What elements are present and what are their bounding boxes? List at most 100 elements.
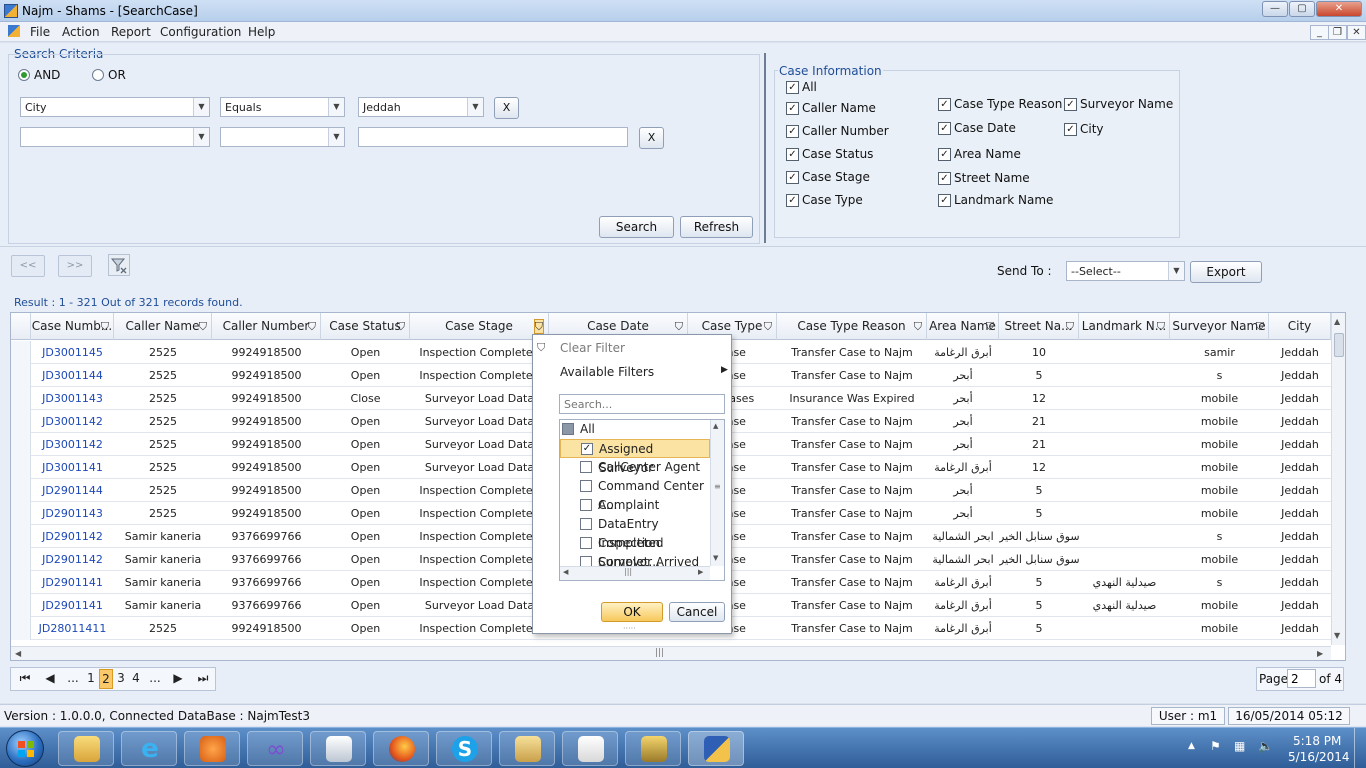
table-cell[interactable]: JD3001144 <box>31 364 114 387</box>
case-stage-checkbox[interactable]: ✓ <box>786 171 799 184</box>
filter-item-checkbox[interactable] <box>580 499 592 511</box>
search-button[interactable]: Search <box>599 216 674 238</box>
chevron-down-icon[interactable]: ▼ <box>328 98 344 116</box>
clear-filter-icon[interactable] <box>108 254 130 276</box>
header-city[interactable]: City <box>1269 313 1331 340</box>
table-cell[interactable]: JD3001142 <box>31 410 114 433</box>
database-tool-taskbar-icon[interactable] <box>625 731 681 766</box>
caller-number-checkbox[interactable]: ✓ <box>786 125 799 138</box>
editor-taskbar-icon[interactable] <box>562 731 618 766</box>
criteria-operator-combo-2[interactable]: ▼ <box>220 127 345 147</box>
chevron-down-icon[interactable]: ▼ <box>328 128 344 146</box>
table-cell[interactable]: JD2901143 <box>31 502 114 525</box>
close-button[interactable]: ✕ <box>1316 1 1362 17</box>
header-case-status[interactable]: Case Status ⛉ <box>321 313 410 340</box>
table-cell[interactable]: JD3001145 <box>31 341 114 364</box>
row-selector[interactable] <box>11 525 31 548</box>
table-cell[interactable]: JD3001142 <box>31 433 114 456</box>
filter-icon[interactable]: ⛉ <box>101 313 109 340</box>
chevron-down-icon[interactable]: ▼ <box>1168 262 1184 280</box>
menu-report[interactable]: Report <box>111 25 151 39</box>
clear-filter-item[interactable]: Clear Filter <box>560 341 625 355</box>
scroll-left-icon[interactable]: ◀ <box>563 568 568 576</box>
header-case-number[interactable]: Case Numb... ⛉ <box>31 313 114 340</box>
case-type-checkbox[interactable]: ✓ <box>786 194 799 207</box>
filter-icon[interactable]: ⛉ <box>1157 313 1165 340</box>
scroll-grip[interactable]: ||| <box>655 648 664 658</box>
scroll-up-icon[interactable]: ▲ <box>713 422 718 430</box>
filter-list-item[interactable]: Command Center A... <box>560 477 710 512</box>
caller-name-checkbox[interactable]: ✓ <box>786 102 799 115</box>
landmark-name-checkbox[interactable]: ✓ <box>938 194 951 207</box>
filter-item-checkbox[interactable] <box>580 461 592 473</box>
filter-search-input[interactable] <box>559 394 725 414</box>
header-area-name[interactable]: Area Name ⛉ <box>927 313 999 340</box>
filter-icon[interactable]: ⛉ <box>308 313 316 340</box>
filter-item-checkbox[interactable]: ✓ <box>581 443 593 455</box>
menu-configuration[interactable]: Configuration <box>160 25 241 39</box>
row-selector[interactable] <box>11 341 31 364</box>
header-case-type-reason[interactable]: Case Type Reason ⛉ <box>777 313 927 340</box>
available-filters-item[interactable]: Available Filters <box>560 365 654 379</box>
mdi-restore-button[interactable]: ❐ <box>1328 25 1347 40</box>
page-number-input[interactable] <box>1287 669 1316 688</box>
filter-list-item[interactable]: DataEntry Completed <box>560 515 710 550</box>
chevron-down-icon[interactable]: ▼ <box>467 98 483 116</box>
network-taskbar-icon[interactable] <box>499 731 555 766</box>
pager-ellipsis-right[interactable]: ... <box>146 669 164 689</box>
case-type-reason-checkbox[interactable]: ✓ <box>938 98 951 111</box>
scroll-grip[interactable]: ||| <box>624 567 632 576</box>
filter-cancel-button[interactable]: Cancel <box>669 602 725 622</box>
resize-grip-icon[interactable]: ····· <box>623 624 636 633</box>
explorer-taskbar-icon[interactable] <box>58 731 114 766</box>
table-cell[interactable]: JD2901142 <box>31 525 114 548</box>
last-page-icon[interactable]: ⏭ <box>192 669 214 689</box>
header-surveyor-name[interactable]: Surveyor Name ⛉ <box>1170 313 1269 340</box>
filter-icon[interactable]: ⛉ <box>914 313 922 340</box>
visual-studio-taskbar-icon[interactable]: ∞ <box>247 731 303 766</box>
row-selector[interactable] <box>11 387 31 410</box>
table-cell[interactable]: JD2901142 <box>31 548 114 571</box>
scroll-right-icon[interactable]: ▶ <box>1317 649 1323 658</box>
page-3[interactable]: 3 <box>114 669 128 689</box>
show-hidden-icons[interactable]: ▲ <box>1188 741 1195 751</box>
filter-icon[interactable]: ⛉ <box>397 313 405 340</box>
remove-criteria-button-2[interactable]: X <box>639 127 664 149</box>
header-landmark-name[interactable]: Landmark N... ⛉ <box>1079 313 1170 340</box>
all-checkbox[interactable]: ✓ <box>786 81 799 94</box>
filter-item-checkbox[interactable] <box>562 423 574 435</box>
criteria-value-input-2[interactable] <box>358 127 628 147</box>
previous-button[interactable]: << <box>11 255 45 277</box>
row-selector[interactable] <box>11 548 31 571</box>
firefox-taskbar-icon[interactable] <box>373 731 429 766</box>
row-selector[interactable] <box>11 502 31 525</box>
filter-item-checkbox[interactable] <box>580 518 592 530</box>
table-cell[interactable]: JD3001143 <box>31 387 114 410</box>
scroll-down-icon[interactable]: ▼ <box>1334 631 1340 640</box>
or-radio[interactable] <box>92 69 104 81</box>
table-cell[interactable]: JD2901141 <box>31 571 114 594</box>
refresh-button[interactable]: Refresh <box>680 216 753 238</box>
row-selector[interactable] <box>11 456 31 479</box>
row-selector[interactable] <box>11 571 31 594</box>
show-desktop-button[interactable] <box>1354 728 1366 768</box>
page-2-current[interactable]: 2 <box>99 669 113 689</box>
surveyor-name-checkbox[interactable]: ✓ <box>1064 98 1077 111</box>
row-selector[interactable] <box>11 410 31 433</box>
export-button[interactable]: Export <box>1190 261 1262 283</box>
scroll-left-icon[interactable]: ◀ <box>15 649 21 658</box>
filter-list-item[interactable]: Complaint <box>560 496 710 515</box>
case-status-checkbox[interactable]: ✓ <box>786 148 799 161</box>
city-checkbox[interactable]: ✓ <box>1064 123 1077 136</box>
chevron-down-icon[interactable]: ▼ <box>193 128 209 146</box>
filter-icon[interactable]: ⛉ <box>764 313 772 340</box>
najm-app-taskbar-icon[interactable] <box>688 731 744 766</box>
row-selector[interactable] <box>11 617 31 640</box>
notes-taskbar-icon[interactable] <box>310 731 366 766</box>
skype-taskbar-icon[interactable]: S <box>436 731 492 766</box>
scroll-grip[interactable]: ≡ <box>714 482 721 491</box>
filter-list-vscroll[interactable]: ▲ ≡ ▼ <box>710 420 724 566</box>
row-selector[interactable] <box>11 594 31 617</box>
scroll-thumb[interactable] <box>1334 333 1344 357</box>
area-name-checkbox[interactable]: ✓ <box>938 148 951 161</box>
